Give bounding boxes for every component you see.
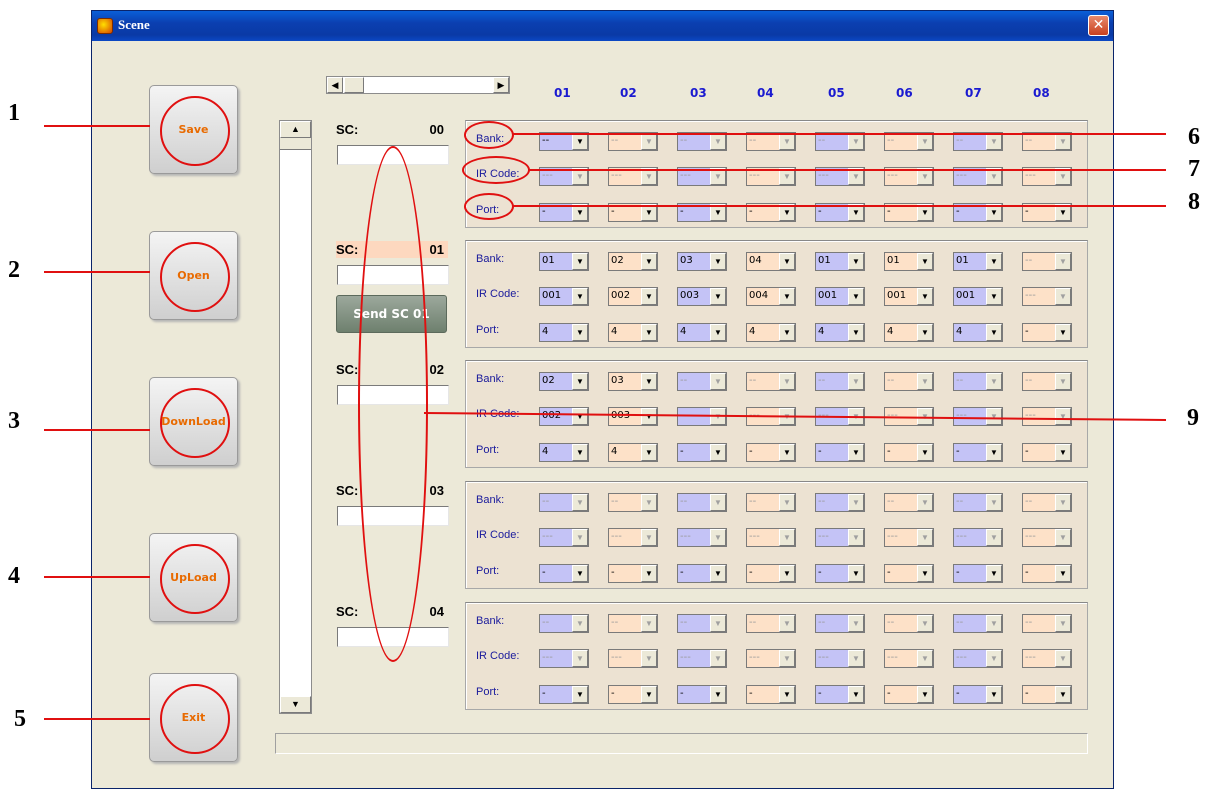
callout-number: 8 [1188,189,1200,215]
callout-number: 6 [1188,124,1200,150]
callout-number: 3 [8,408,20,434]
callout-number: 4 [8,563,20,589]
callout-number: 9 [1187,405,1199,431]
annotated-screenshot: Scene ✕ Save Open DownLoad UpLoad Exit ◀… [0,0,1219,789]
callout-number: 2 [8,257,20,283]
callout-number: 5 [14,706,26,732]
callout-lines [44,125,1167,720]
callout-number: 1 [8,100,20,126]
callout-number: 7 [1188,156,1200,182]
